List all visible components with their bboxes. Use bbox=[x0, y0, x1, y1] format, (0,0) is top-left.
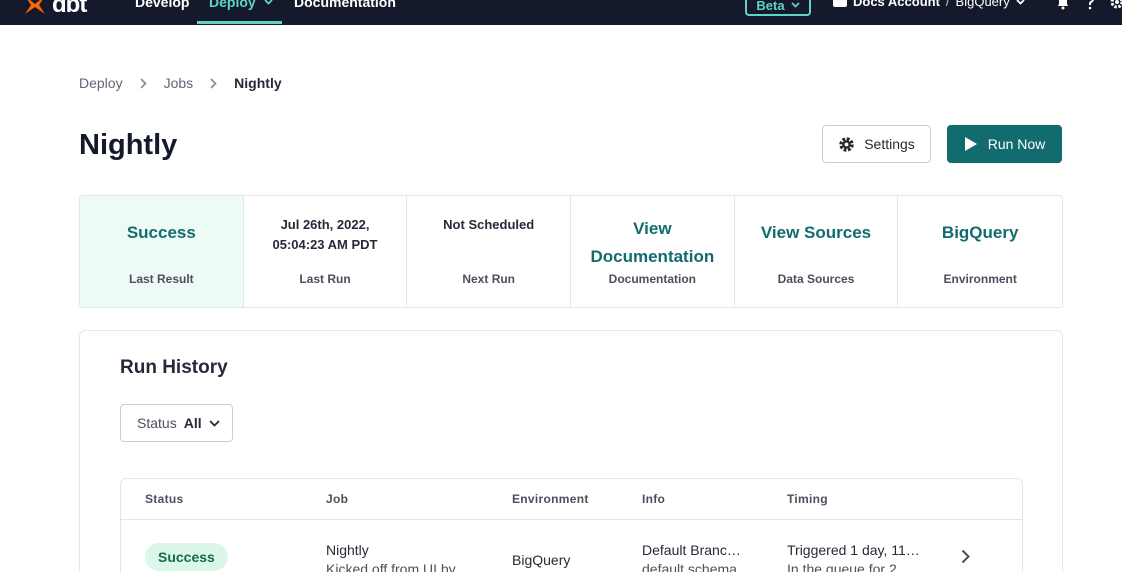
gear-icon[interactable] bbox=[1109, 0, 1122, 10]
stat-last-result: Success Last Result bbox=[80, 196, 244, 307]
documentation-label: Documentation bbox=[608, 272, 697, 286]
view-documentation-link-line1[interactable]: View bbox=[571, 215, 734, 243]
play-icon bbox=[964, 137, 977, 151]
last-run-date: Jul 26th, 2022, bbox=[280, 217, 370, 232]
column-header-environment: Environment bbox=[512, 492, 589, 506]
settings-button[interactable]: Settings bbox=[822, 125, 931, 163]
column-header-timing: Timing bbox=[787, 492, 828, 506]
page-title: Nightly bbox=[79, 129, 178, 161]
run-history-title: Run History bbox=[120, 357, 228, 378]
bell-icon[interactable] bbox=[1055, 0, 1071, 10]
breadcrumb-deploy[interactable]: Deploy bbox=[79, 75, 123, 91]
nav-active-indicator bbox=[197, 21, 282, 24]
stat-documentation: View Documentation Documentation bbox=[571, 196, 735, 307]
column-header-status: Status bbox=[145, 492, 184, 506]
account-icon bbox=[833, 0, 847, 7]
top-nav: dbt Develop Deploy Documentation Beta Do… bbox=[0, 0, 1122, 25]
settings-label: Settings bbox=[864, 136, 915, 152]
beta-button[interactable]: Beta bbox=[745, 0, 811, 16]
run-now-button[interactable]: Run Now bbox=[947, 125, 1062, 163]
dbt-logo-icon bbox=[25, 0, 45, 14]
nav-develop[interactable]: Develop bbox=[135, 0, 189, 10]
breadcrumb-nightly: Nightly bbox=[234, 75, 282, 91]
help-icon[interactable] bbox=[1085, 0, 1095, 10]
dbt-logo[interactable]: dbt bbox=[22, 0, 87, 18]
status-badge: Success bbox=[145, 543, 228, 571]
account-name: Docs Account bbox=[853, 0, 940, 9]
logo-text: dbt bbox=[52, 0, 87, 18]
job-summary: Success Last Result Jul 26th, 2022, 05:0… bbox=[79, 195, 1063, 308]
chevron-down-icon bbox=[790, 2, 800, 8]
last-run-time: 05:04:23 AM PDT bbox=[272, 237, 378, 252]
stat-environment: BigQuery Environment bbox=[898, 196, 1062, 307]
breadcrumb-jobs[interactable]: Jobs bbox=[164, 75, 194, 91]
chevron-right-icon bbox=[210, 77, 217, 89]
last-run-label: Last Run bbox=[299, 272, 351, 286]
run-now-label: Run Now bbox=[987, 136, 1046, 152]
nav-documentation[interactable]: Documentation bbox=[294, 0, 396, 10]
status-filter-label: Status bbox=[137, 415, 177, 431]
gear-icon bbox=[839, 136, 854, 152]
account-switcher[interactable]: Docs Account / BigQuery bbox=[833, 0, 1025, 9]
row-info-branch: Default Branc… bbox=[642, 542, 741, 558]
chevron-right-icon[interactable] bbox=[961, 549, 970, 564]
status-filter-dropdown[interactable]: Status All bbox=[120, 404, 233, 442]
nav-icons bbox=[1055, 0, 1122, 10]
row-timing-triggered: Triggered 1 day, 11… bbox=[787, 542, 920, 558]
run-history-card: Run History Status All Status Job Enviro… bbox=[79, 330, 1063, 572]
run-history-table: Status Job Environment Info Timing Succe… bbox=[120, 478, 1023, 572]
data-sources-label: Data Sources bbox=[777, 272, 855, 286]
nav-deploy[interactable]: Deploy bbox=[209, 0, 273, 10]
next-run-label: Next Run bbox=[462, 272, 516, 286]
environment-label: Environment bbox=[943, 272, 1017, 286]
row-job-trigger: Kicked off from UI by … bbox=[326, 561, 474, 572]
account-separator: / bbox=[945, 0, 950, 9]
row-timing-queue: In the queue for 2 … bbox=[787, 561, 915, 572]
stat-next-run: Not Scheduled Next Run bbox=[407, 196, 572, 307]
row-environment: BigQuery bbox=[512, 552, 571, 568]
environment-link[interactable]: BigQuery bbox=[898, 219, 1062, 247]
table-header: Status Job Environment Info Timing bbox=[121, 479, 1022, 520]
project-name: BigQuery bbox=[955, 0, 1010, 9]
last-result-label: Last Result bbox=[128, 272, 194, 286]
stat-last-run: Jul 26th, 2022, 05:04:23 AM PDT Last Run bbox=[244, 196, 408, 307]
chevron-right-icon bbox=[139, 77, 147, 89]
nav-deploy-label: Deploy bbox=[209, 0, 256, 10]
row-job-name: Nightly bbox=[326, 542, 369, 558]
status-filter-value: All bbox=[183, 415, 202, 431]
stat-data-sources: View Sources Data Sources bbox=[735, 196, 899, 307]
column-header-job: Job bbox=[326, 492, 349, 506]
next-run-value: Not Scheduled bbox=[443, 217, 535, 232]
row-info-schema: default schema bbox=[642, 561, 737, 572]
breadcrumb: Deploy Jobs Nightly bbox=[79, 75, 282, 91]
view-sources-link[interactable]: View Sources bbox=[735, 219, 898, 247]
chevron-down-icon bbox=[208, 419, 220, 427]
column-header-info: Info bbox=[642, 492, 666, 506]
chevron-down-icon bbox=[1016, 0, 1025, 5]
beta-label: Beta bbox=[756, 0, 785, 13]
view-documentation-link-line2[interactable]: Documentation bbox=[571, 243, 734, 271]
chevron-down-icon bbox=[264, 0, 273, 5]
last-result-value: Success bbox=[126, 223, 196, 242]
